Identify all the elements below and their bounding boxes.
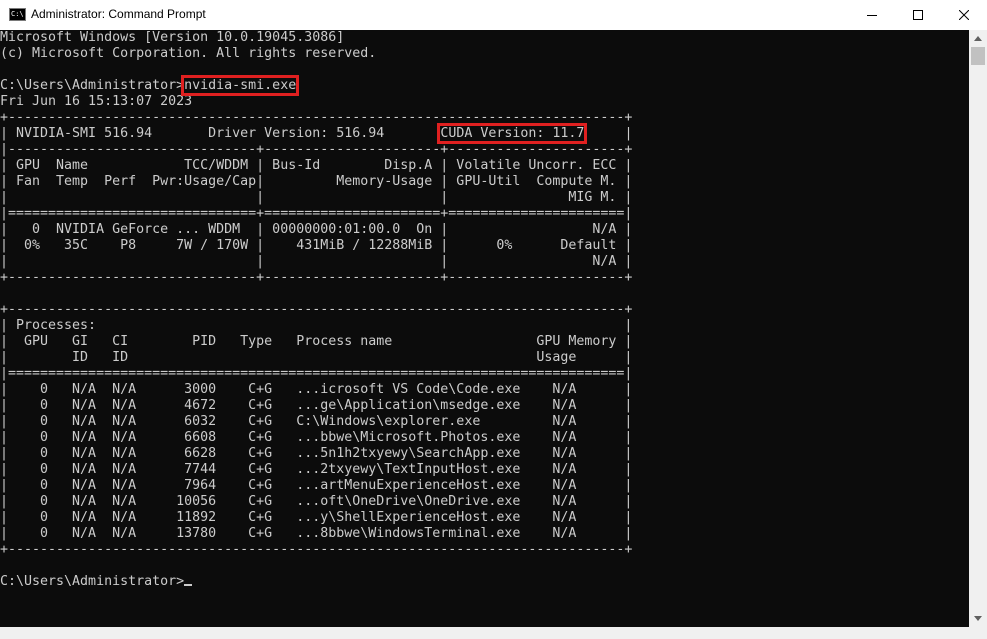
processes-border: |=======================================… — [0, 366, 633, 381]
smi-driver-version: | NVIDIA-SMI 516.94 Driver Version: 516.… — [0, 126, 441, 141]
process-row: | 0 N/A N/A 6032 C+G C:\Windows\explorer… — [0, 414, 633, 429]
gpu-row: | 0% 35C P8 7W / 170W | 431MiB / 12288Mi… — [0, 238, 633, 253]
process-row: | 0 N/A N/A 7744 C+G ...2txyewy\TextInpu… — [0, 462, 633, 477]
final-prompt: C:\Users\Administrator> — [0, 574, 185, 589]
process-row: | 0 N/A N/A 6628 C+G ...5n1h2txyewy\Sear… — [0, 446, 633, 461]
banner-line: (c) Microsoft Corporation. All rights re… — [0, 46, 377, 61]
process-row: | 0 N/A N/A 11892 C+G ...y\ShellExperien… — [0, 510, 633, 525]
process-row: | 0 N/A N/A 6608 C+G ...bbwe\Microsoft.P… — [0, 430, 633, 445]
processes-border: +---------------------------------------… — [0, 542, 633, 557]
process-row: | 0 N/A N/A 13780 C+G ...8bbwe\WindowsTe… — [0, 526, 633, 541]
smi-version-line: | NVIDIA-SMI 516.94 Driver Version: 516.… — [0, 123, 969, 144]
smi-column-header: | Fan Temp Perf Pwr:Usage/Cap| Memory-Us… — [0, 174, 633, 189]
process-row: | 0 N/A N/A 4672 C+G ...ge\Application\m… — [0, 398, 633, 413]
close-icon — [959, 10, 969, 20]
smi-border: +-------------------------------+-------… — [0, 270, 633, 285]
process-row: | 0 N/A N/A 3000 C+G ...icrosoft VS Code… — [0, 382, 633, 397]
banner-line: Microsoft Windows [Version 10.0.19045.30… — [0, 30, 345, 45]
minimize-button[interactable] — [849, 0, 895, 30]
processes-header: | GPU GI CI PID Type Process name GPU Me… — [0, 334, 633, 349]
minimize-icon — [867, 15, 877, 16]
scroll-thumb[interactable] — [971, 47, 985, 65]
smi-border: |-------------------------------+-------… — [0, 142, 633, 157]
processes-border: +---------------------------------------… — [0, 302, 633, 317]
window-title: Administrator: Command Prompt — [31, 7, 206, 21]
console-output[interactable]: Microsoft Windows [Version 10.0.19045.30… — [0, 30, 969, 627]
scroll-down-icon — [974, 616, 982, 621]
title-bar[interactable]: C:\ Administrator: Command Prompt — [0, 0, 987, 30]
processes-header: | ID ID Usage | — [0, 350, 633, 365]
gpu-row: | | | N/A | — [0, 254, 633, 269]
command-prompt-window: C:\ Administrator: Command Prompt Micros… — [0, 0, 987, 639]
highlighted-command: nvidia-smi.exe — [181, 75, 300, 96]
smi-border-right: | — [584, 126, 633, 141]
scrollbar-corner — [969, 627, 987, 639]
smi-border: +---------------------------------------… — [0, 110, 633, 125]
scroll-up-icon — [974, 36, 982, 41]
command-prompt-path: C:\Users\Administrator> — [0, 78, 185, 93]
process-row: | 0 N/A N/A 10056 C+G ...oft\OneDrive\On… — [0, 494, 633, 509]
gpu-row: | 0 NVIDIA GeForce ... WDDM | 00000000:0… — [0, 222, 633, 237]
maximize-icon — [913, 10, 923, 20]
maximize-button[interactable] — [895, 0, 941, 30]
smi-column-header: | GPU Name TCC/WDDM | Bus-Id Disp.A | Vo… — [0, 158, 633, 173]
smi-border: |===============================+=======… — [0, 206, 633, 221]
processes-header: | Processes: | — [0, 318, 633, 333]
console-text: Microsoft Windows [Version 10.0.19045.30… — [0, 30, 969, 590]
vertical-scrollbar[interactable] — [969, 30, 987, 627]
scroll-down-button[interactable] — [969, 610, 987, 627]
cmd-app-icon[interactable]: C:\ — [9, 8, 26, 21]
scroll-up-button[interactable] — [969, 30, 987, 47]
process-row: | 0 N/A N/A 7964 C+G ...artMenuExperienc… — [0, 478, 633, 493]
timestamp: Fri Jun 16 15:13:07 2023 — [0, 94, 193, 109]
final-prompt-line[interactable]: C:\Users\Administrator> — [0, 574, 969, 590]
horizontal-scrollbar[interactable] — [0, 627, 969, 639]
highlighted-cuda-version: CUDA Version: 11.7 — [437, 123, 588, 144]
command-line: C:\Users\Administrator>nvidia-smi.exe — [0, 75, 969, 96]
close-button[interactable] — [941, 0, 987, 30]
text-cursor — [184, 584, 193, 586]
smi-column-header: | | | MIG M. | — [0, 190, 633, 205]
